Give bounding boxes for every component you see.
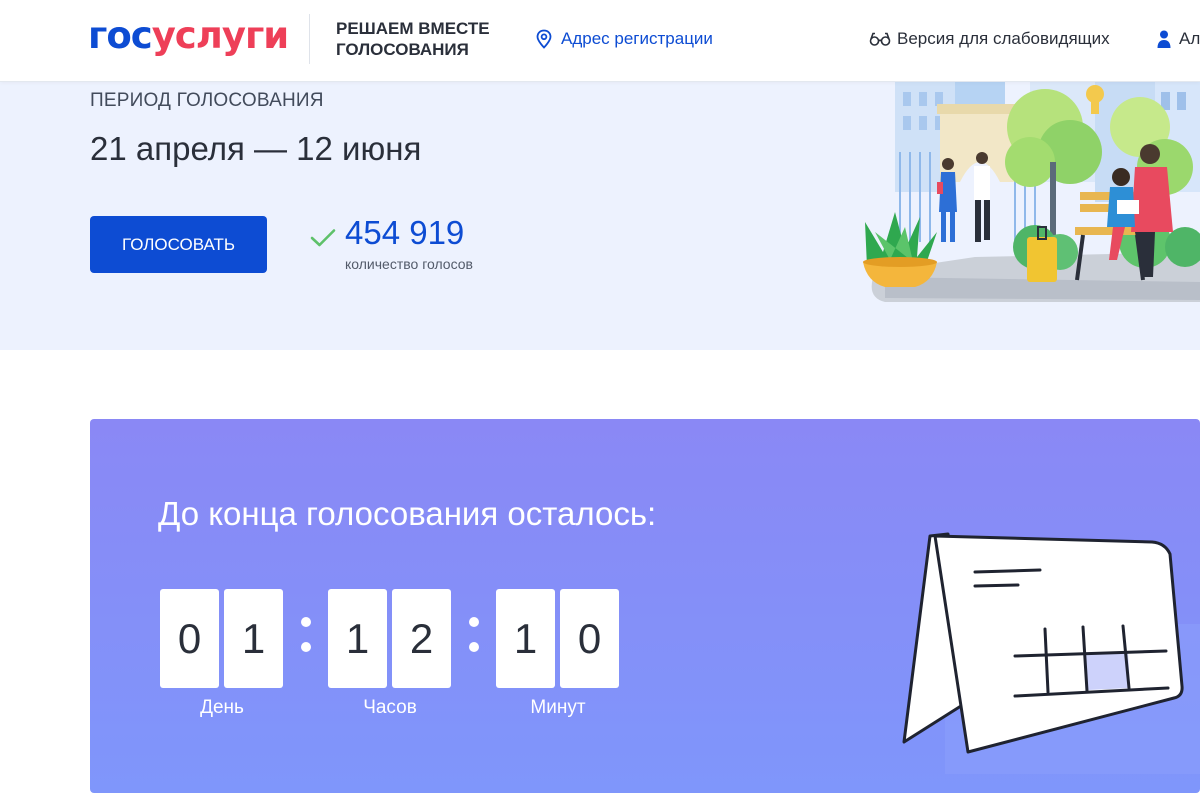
countdown-separator	[468, 612, 480, 662]
user-name: Ал	[1179, 29, 1200, 48]
hours-digit-1: 1	[328, 589, 387, 688]
header-divider	[309, 14, 310, 64]
days-label: День	[200, 697, 244, 718]
logo-part-gos: гос	[88, 14, 153, 57]
site-header: госуслуги Решаем вместе голосования Адре…	[0, 0, 1200, 82]
countdown-separator	[300, 612, 312, 662]
countdown-days: 0 1 День	[160, 589, 284, 734]
accessibility-link-label: Версия для слабовидящих	[897, 29, 1110, 48]
minutes-label: Минут	[530, 697, 586, 718]
logo-part-uslugi: услуги	[151, 14, 290, 57]
days-digit-1: 0	[160, 589, 219, 688]
countdown-minutes: 1 0 Минут	[496, 589, 620, 734]
countdown-card: До конца голосования осталось: 0 1 День …	[90, 419, 1200, 793]
address-link[interactable]: Адрес регистрации	[535, 29, 713, 49]
votes-count-label: количество голосов	[345, 256, 473, 272]
calendar-illustration	[902, 532, 1200, 774]
period-label: Период голосования	[90, 90, 324, 111]
user-icon	[1157, 30, 1171, 48]
location-pin-icon	[536, 29, 552, 49]
minutes-digit-1: 1	[496, 589, 555, 688]
hours-label: Часов	[363, 697, 417, 718]
hours-digit-2: 2	[392, 589, 451, 688]
user-profile-link[interactable]: Ал	[1157, 29, 1200, 49]
voting-hero: Период голосования 21 апреля — 12 июня Г…	[0, 82, 1200, 350]
glasses-icon	[869, 32, 891, 46]
gosuslugi-logo[interactable]: госуслуги	[88, 14, 290, 58]
days-digit-2: 1	[224, 589, 283, 688]
votes-count: 454 919	[345, 214, 465, 251]
countdown-title: До конца голосования осталось:	[158, 495, 657, 532]
check-icon	[310, 229, 336, 247]
minutes-digit-2: 0	[560, 589, 619, 688]
countdown-hours: 1 2 Часов	[328, 589, 452, 734]
address-link-label: Адрес регистрации	[561, 29, 713, 48]
project-title[interactable]: Решаем вместе голосования	[336, 18, 506, 60]
accessibility-link[interactable]: Версия для слабовидящих	[869, 29, 1110, 49]
period-dates: 21 апреля — 12 июня	[90, 130, 422, 167]
vote-button[interactable]: Голосовать	[90, 216, 267, 273]
park-illustration	[863, 82, 1200, 302]
